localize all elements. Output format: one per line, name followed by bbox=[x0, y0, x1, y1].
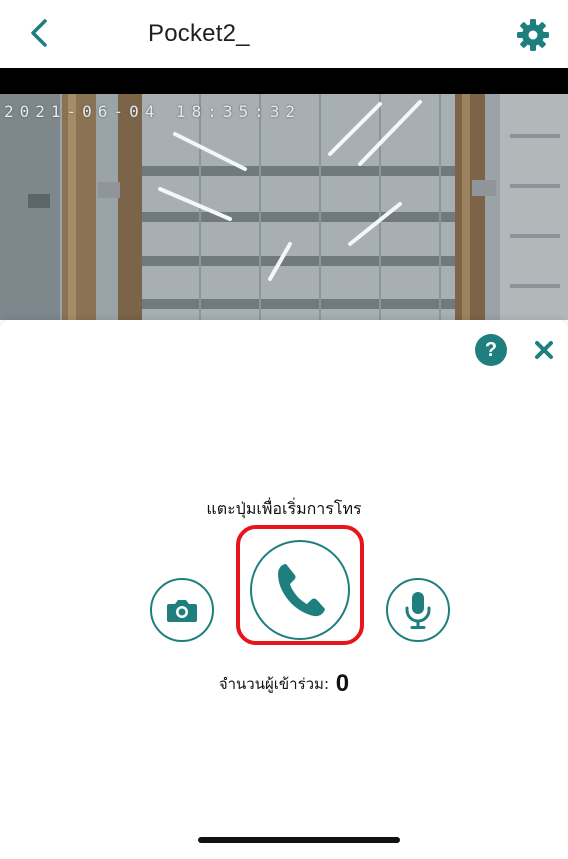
chevron-left-icon bbox=[31, 19, 47, 47]
settings-button[interactable] bbox=[514, 16, 552, 54]
start-call-button[interactable] bbox=[250, 540, 350, 640]
microphone-icon bbox=[405, 592, 431, 629]
live-camera-frame bbox=[0, 94, 568, 320]
gear-icon bbox=[517, 19, 549, 51]
video-letterbox-bar bbox=[0, 68, 568, 94]
phone-icon bbox=[278, 564, 325, 617]
snapshot-button[interactable] bbox=[150, 578, 214, 642]
camera-icon bbox=[167, 600, 197, 622]
close-button[interactable] bbox=[530, 336, 558, 364]
participants-info: จำนวนผู้เข้าร่วม: 0 bbox=[0, 670, 568, 698]
video-timestamp: 2021-06-04 18:35:32 bbox=[4, 102, 302, 121]
camera-live-view[interactable]: 2021-06-04 18:35:32 bbox=[0, 94, 568, 320]
home-indicator[interactable] bbox=[198, 837, 400, 843]
participants-label: จำนวนผู้เข้าร่วม: bbox=[218, 675, 329, 693]
help-button[interactable]: ? bbox=[475, 334, 507, 366]
back-button[interactable] bbox=[22, 16, 56, 50]
call-instruction-text: แตะปุ่มเพื่อเริ่มการโทร bbox=[206, 499, 362, 518]
microphone-button[interactable] bbox=[386, 578, 450, 642]
device-title: Pocket2_ bbox=[148, 20, 250, 47]
close-icon bbox=[535, 341, 553, 359]
top-navigation-bar: Pocket2_ bbox=[0, 0, 568, 68]
participants-count: 0 bbox=[335, 670, 350, 697]
